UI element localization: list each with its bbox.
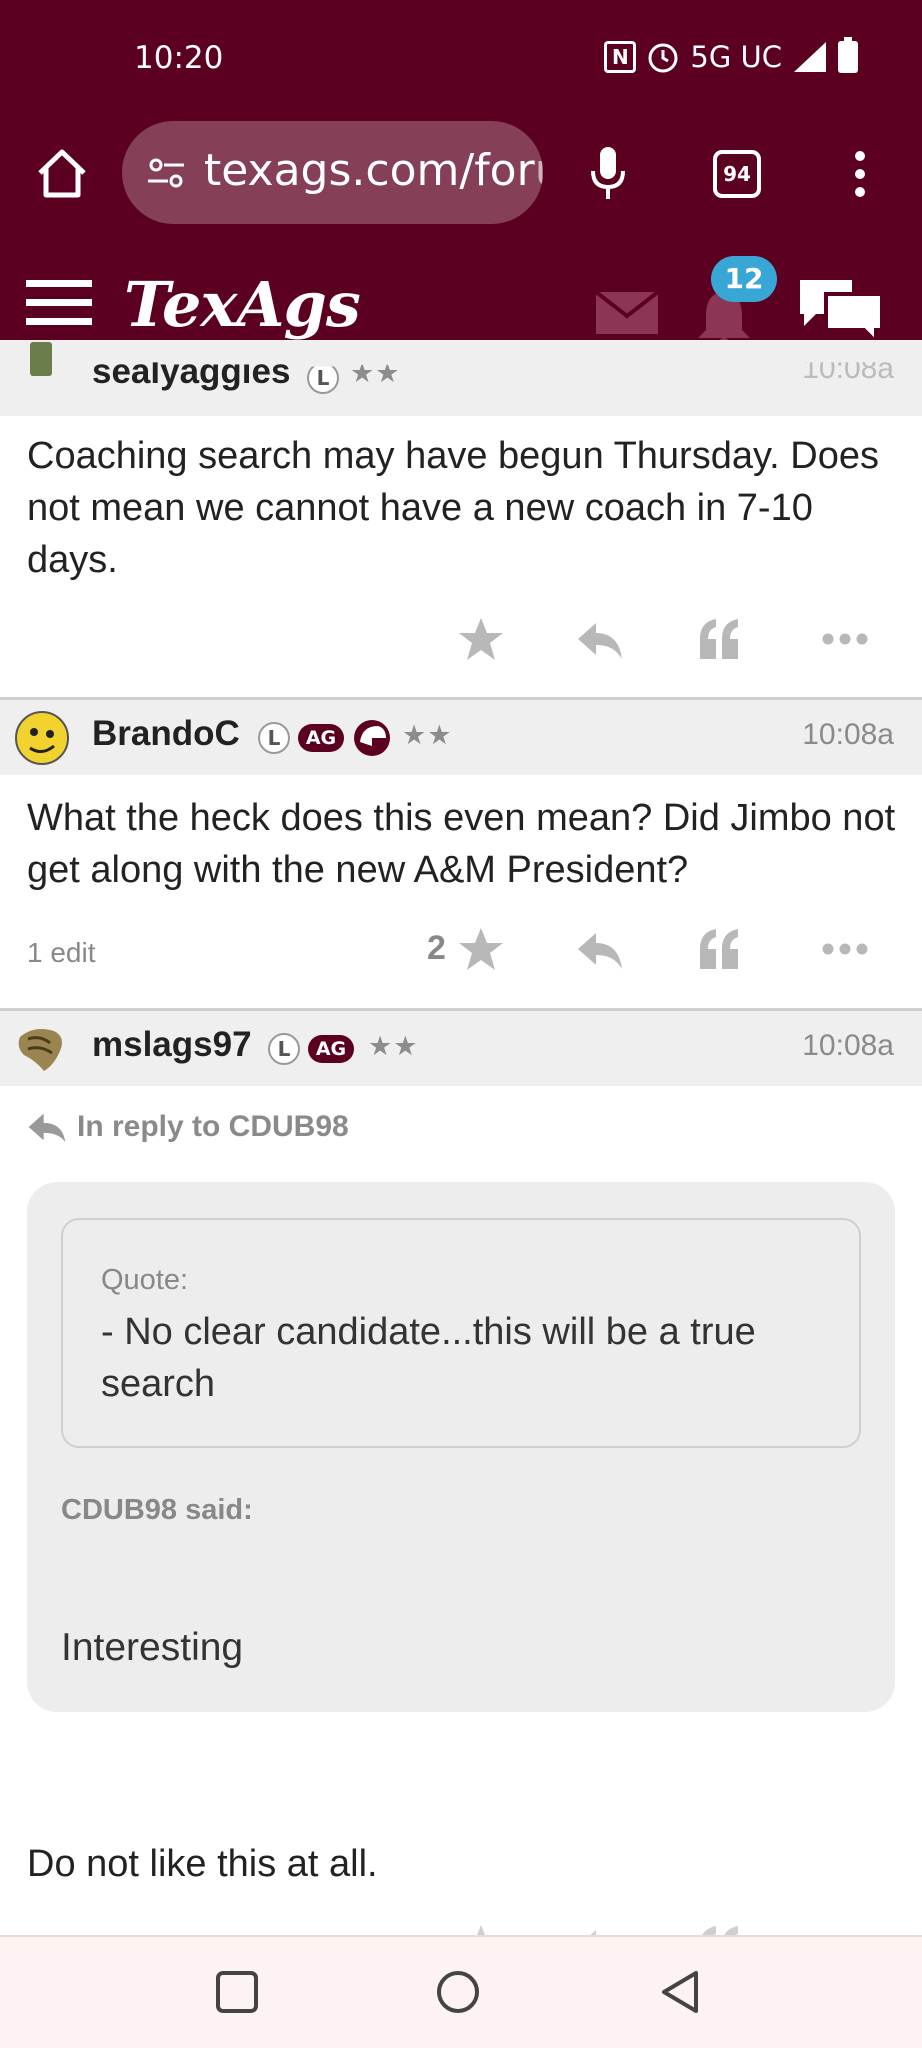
avatar[interactable]	[14, 1021, 70, 1077]
home-circle-icon[interactable]	[433, 1967, 483, 2017]
post-body: Coaching search may have begun Thursday.…	[27, 435, 879, 581]
quote-icon[interactable]	[696, 925, 744, 973]
status-bar: 10:20 N 5G UC	[0, 0, 922, 115]
post-header: sealyaggies L ★★ 10:08a	[0, 340, 922, 416]
quote-icon[interactable]	[696, 1922, 744, 1936]
reply-icon[interactable]	[576, 925, 624, 973]
tab-switcher-button[interactable]: 94	[713, 150, 761, 198]
star-count: 2	[427, 929, 446, 967]
post-time: 10:08a	[802, 352, 894, 385]
post-header: mslags97 L AG ★★ 10:08a	[0, 1008, 922, 1086]
site-logo[interactable]: TexAgs	[124, 268, 361, 341]
post-actions	[0, 1914, 922, 1936]
reply-icon[interactable]	[576, 1922, 624, 1936]
nested-quote: Quote: - No clear candidate...this will …	[61, 1218, 861, 1448]
avatar[interactable]	[14, 710, 70, 766]
post-username[interactable]: BrandoC	[92, 714, 240, 754]
post-actions	[0, 605, 922, 675]
post-header: BrandoC L AG ★★ 10:08a	[0, 697, 922, 775]
star-icon[interactable]	[457, 925, 505, 973]
site-settings-icon[interactable]	[146, 153, 186, 193]
post-username[interactable]: sealyaggies	[92, 362, 290, 392]
hamburger-menu-icon[interactable]	[26, 278, 92, 328]
system-navigation-bar	[0, 1935, 922, 2048]
post-time: 10:08a	[802, 1029, 894, 1062]
badge-lifetime: L	[258, 722, 290, 754]
mic-icon[interactable]	[590, 145, 626, 201]
reply-icon	[28, 1113, 66, 1142]
quote-icon[interactable]	[696, 615, 744, 663]
member-stars: ★★	[402, 720, 453, 751]
member-stars: ★★	[350, 358, 401, 389]
avatar[interactable]	[30, 342, 52, 376]
quote-reply-text: Interesting	[61, 1626, 244, 1669]
nfc-icon: N	[604, 41, 637, 73]
status-time: 10:20	[134, 40, 224, 76]
network-label: 5G UC	[690, 40, 782, 74]
chat-icon[interactable]	[796, 274, 886, 344]
url-bar[interactable]: texags.com/forums	[122, 121, 543, 224]
reply-icon[interactable]	[576, 615, 624, 663]
post-actions: 2	[0, 915, 922, 985]
quote-author[interactable]: CDUB98 said:	[61, 1494, 253, 1527]
more-menu-icon[interactable]	[854, 150, 866, 198]
battery-icon	[838, 37, 858, 73]
browser-chrome: 10:20 N 5G UC texags.com/forums	[0, 0, 922, 367]
signal-icon	[794, 42, 826, 72]
post-username[interactable]: mslags97	[92, 1025, 252, 1065]
mail-icon[interactable]	[596, 292, 658, 334]
back-icon[interactable]	[656, 1967, 706, 2017]
quoted-post: Quote: - No clear candidate...this will …	[27, 1182, 895, 1712]
post-body: What the heck does this even mean? Did J…	[27, 797, 896, 891]
badge-ag: AG	[298, 724, 344, 752]
member-stars: ★★	[368, 1031, 419, 1062]
team-helmet-icon	[354, 720, 390, 756]
more-options-icon[interactable]	[820, 615, 870, 663]
badge-lifetime: L	[307, 366, 339, 394]
in-reply-to-link[interactable]: In reply to CDUB98	[27, 1110, 349, 1144]
in-reply-to-label: In reply to CDUB98	[77, 1110, 349, 1143]
badge-lifetime: L	[268, 1033, 300, 1065]
star-icon[interactable]	[457, 615, 505, 663]
more-options-icon[interactable]	[820, 925, 870, 973]
post-time: 10:08a	[802, 718, 894, 751]
notification-count-badge: 12	[711, 256, 777, 302]
post-body: Do not like this at all.	[27, 1843, 378, 1885]
recent-apps-icon[interactable]	[212, 1967, 262, 2017]
quote-label: Quote:	[101, 1264, 189, 1296]
quote-text: - No clear candidate...this will be a tr…	[101, 1311, 756, 1405]
url-bar-row: texags.com/forums 94	[0, 118, 922, 228]
star-icon[interactable]	[457, 1922, 505, 1936]
status-icons: N 5G UC	[604, 37, 858, 74]
badge-ag: AG	[308, 1035, 354, 1063]
home-icon[interactable]	[34, 145, 90, 201]
alarm-icon	[648, 43, 678, 73]
url-text: texags.com/forums	[204, 145, 543, 196]
